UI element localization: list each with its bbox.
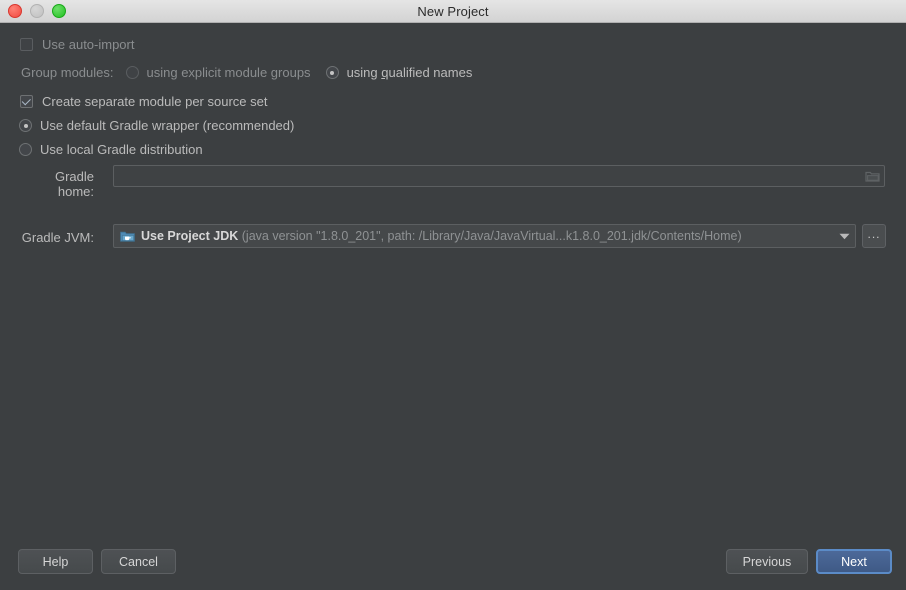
group-modules-label: Group modules:	[21, 65, 114, 80]
local-distribution-radio-row[interactable]: Use local Gradle distribution	[19, 142, 203, 157]
window-titlebar: New Project	[0, 0, 906, 23]
auto-import-label: Use auto-import	[42, 37, 135, 52]
gradle-jvm-label: Gradle JVM:	[21, 230, 94, 245]
cancel-button[interactable]: Cancel	[101, 549, 176, 574]
group-modules-row: Group modules: using explicit module gro…	[21, 65, 472, 80]
separate-module-label: Create separate module per source set	[42, 94, 268, 109]
separate-module-checkbox-row[interactable]: Create separate module per source set	[20, 94, 267, 109]
chevron-down-icon[interactable]	[833, 225, 855, 247]
group-modules-qualified-label: using qualified names	[346, 65, 473, 80]
gradle-wrapper-radio-row[interactable]: Use default Gradle wrapper (recommended)	[19, 118, 294, 133]
next-button[interactable]: Next	[816, 549, 892, 574]
local-distribution-label: Use local Gradle distribution	[40, 142, 203, 157]
dialog-content: Use auto-import Group modules: using exp…	[0, 23, 906, 536]
previous-button[interactable]: Previous	[726, 549, 808, 574]
gradle-home-label: Gradle home:	[54, 169, 94, 199]
auto-import-checkbox[interactable]	[20, 38, 33, 51]
zoom-button-icon[interactable]	[52, 4, 66, 18]
window-controls	[8, 0, 66, 22]
close-button-icon[interactable]	[8, 4, 22, 18]
gradle-jvm-combobox[interactable]: Use Project JDK (java version "1.8.0_201…	[113, 224, 856, 248]
dialog-footer: Help Cancel Previous Next	[0, 536, 906, 590]
minimize-button-icon[interactable]	[30, 4, 44, 18]
folder-icon[interactable]	[864, 169, 880, 183]
local-distribution-radio[interactable]	[19, 143, 32, 156]
window-title: New Project	[417, 3, 489, 19]
gradle-home-input[interactable]	[113, 165, 885, 187]
gradle-jvm-value: Use Project JDK (java version "1.8.0_201…	[141, 229, 742, 243]
gradle-wrapper-radio[interactable]	[19, 119, 32, 132]
new-project-dialog: New Project Use auto-import Group module…	[0, 0, 906, 590]
help-button[interactable]: Help	[18, 549, 93, 574]
jdk-folder-icon	[120, 230, 135, 243]
auto-import-checkbox-row[interactable]: Use auto-import	[20, 37, 134, 52]
separate-module-checkbox[interactable]	[20, 95, 33, 108]
group-modules-explicit-label: using explicit module groups	[146, 65, 311, 80]
group-modules-explicit-radio[interactable]	[125, 66, 139, 79]
gradle-wrapper-label: Use default Gradle wrapper (recommended)	[40, 118, 295, 133]
group-modules-qualified-radio[interactable]	[325, 66, 339, 79]
gradle-jvm-browse-button[interactable]: ...	[862, 224, 886, 248]
